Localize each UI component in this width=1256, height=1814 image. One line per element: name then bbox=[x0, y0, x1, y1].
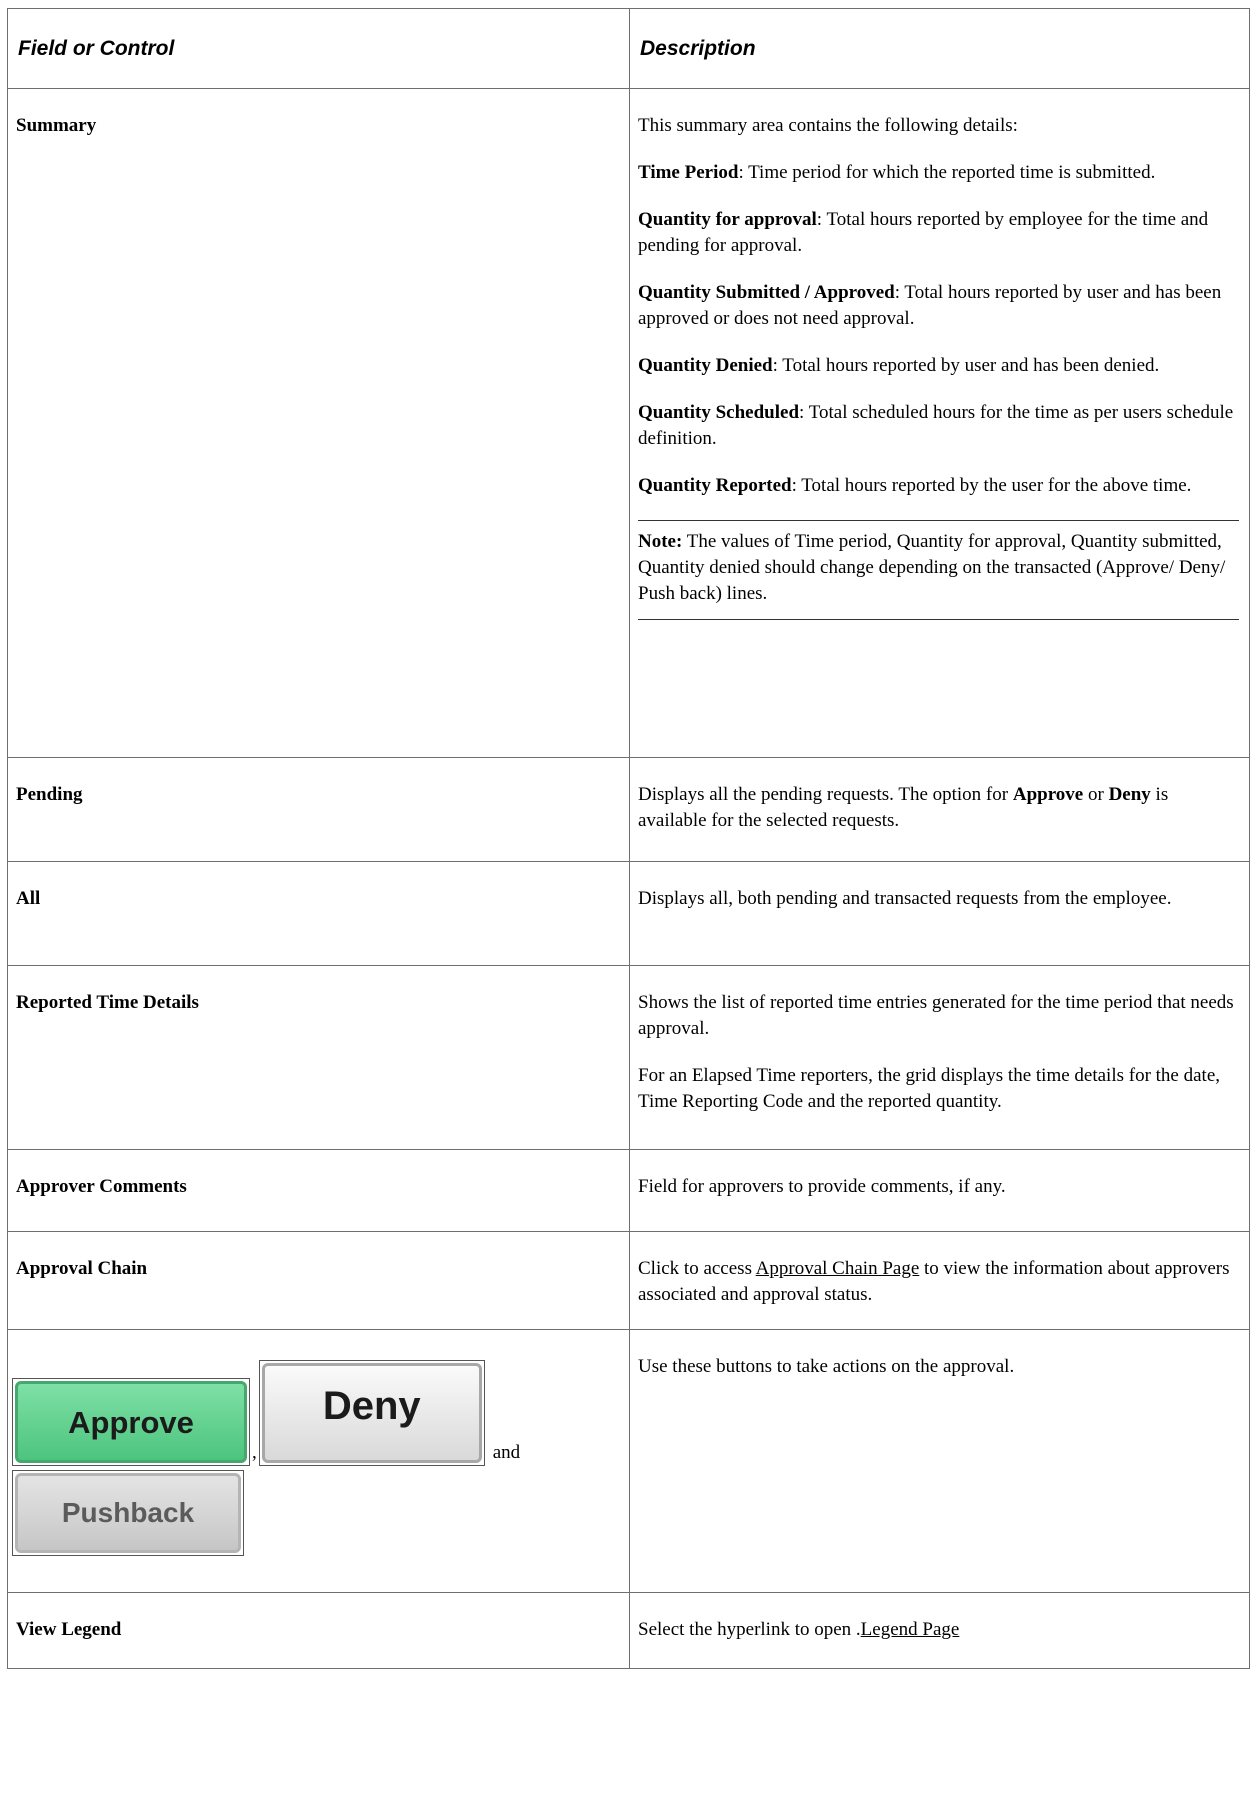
description-summary: This summary area contains the following… bbox=[629, 88, 1250, 758]
table-row-approval-chain: Approval Chain Click to access Approval … bbox=[7, 1231, 1250, 1330]
summary-item-quantity-submitted: Quantity Submitted / Approved: Total hou… bbox=[638, 282, 1222, 329]
deny-button-frame: Deny bbox=[258, 1360, 485, 1466]
summary-item-quantity-reported: Quantity Reported: Total hours reported … bbox=[638, 475, 1192, 496]
table-row-all: All Displays all, both pending and trans… bbox=[7, 861, 1250, 966]
summary-item-quantity-denied: Quantity Denied: Total hours reported by… bbox=[638, 355, 1160, 376]
field-summary: Summary bbox=[7, 88, 630, 758]
table-row-action-buttons: Approve, Deny and Pushback Use these butto… bbox=[7, 1329, 1250, 1593]
field-approval-chain: Approval Chain bbox=[7, 1231, 630, 1330]
field-pending: Pending bbox=[7, 757, 630, 862]
and-separator: and bbox=[492, 1442, 521, 1463]
deny-button[interactable]: Deny bbox=[261, 1363, 482, 1463]
table-row-summary: Summary This summary area contains the f… bbox=[7, 88, 1250, 758]
table-header-row: Field or Control Description bbox=[7, 8, 1250, 89]
table-row-view-legend: View Legend Select the hyperlink to open… bbox=[7, 1592, 1250, 1669]
action-buttons-row-2: Pushback bbox=[12, 1470, 629, 1556]
comma-separator: , bbox=[252, 1442, 257, 1463]
summary-intro: This summary area contains the following… bbox=[638, 115, 1018, 136]
pushback-button-frame: Pushback bbox=[12, 1470, 244, 1556]
action-buttons-row-1: Approve, Deny and bbox=[12, 1360, 629, 1466]
summary-note: Note: The values of Time period, Quantit… bbox=[638, 520, 1239, 620]
table-row-reported-time-details: Reported Time Details Shows the list of … bbox=[7, 965, 1250, 1150]
description-action-buttons: Use these buttons to take actions on the… bbox=[629, 1329, 1250, 1593]
description-reported-time-details: Shows the list of reported time entries … bbox=[629, 965, 1250, 1150]
field-view-legend: View Legend bbox=[7, 1592, 630, 1669]
description-all: Displays all, both pending and transacte… bbox=[629, 861, 1250, 966]
description-approval-chain: Click to access Approval Chain Page to v… bbox=[629, 1231, 1250, 1330]
field-all: All bbox=[7, 861, 630, 966]
description-approver-comments: Field for approvers to provide comments,… bbox=[629, 1149, 1250, 1232]
approval-chain-page-link[interactable]: Approval Chain Page bbox=[756, 1258, 920, 1279]
description-view-legend: Select the hyperlink to open .Legend Pag… bbox=[629, 1592, 1250, 1669]
table-row-pending: Pending Displays all the pending request… bbox=[7, 757, 1250, 862]
field-approver-comments: Approver Comments bbox=[7, 1149, 630, 1232]
description-pending: Displays all the pending requests. The o… bbox=[629, 757, 1250, 862]
summary-item-time-period: Time Period: Time period for which the r… bbox=[638, 162, 1156, 183]
field-reported-time-details: Reported Time Details bbox=[7, 965, 630, 1150]
action-buttons-cell: Approve, Deny and Pushback bbox=[7, 1329, 630, 1593]
legend-page-link[interactable]: Legend Page bbox=[861, 1619, 960, 1640]
pushback-button[interactable]: Pushback bbox=[15, 1473, 241, 1553]
approve-button[interactable]: Approve bbox=[15, 1381, 247, 1463]
header-description: Description bbox=[629, 8, 1250, 89]
approve-button-frame: Approve bbox=[12, 1378, 250, 1466]
field-description-table: Field or Control Description Summary Thi… bbox=[7, 8, 1250, 1669]
summary-item-quantity-scheduled: Quantity Scheduled: Total scheduled hour… bbox=[638, 402, 1234, 449]
summary-item-quantity-for-approval: Quantity for approval: Total hours repor… bbox=[638, 209, 1209, 256]
table-row-approver-comments: Approver Comments Field for approvers to… bbox=[7, 1149, 1250, 1232]
header-field-or-control: Field or Control bbox=[7, 8, 630, 89]
